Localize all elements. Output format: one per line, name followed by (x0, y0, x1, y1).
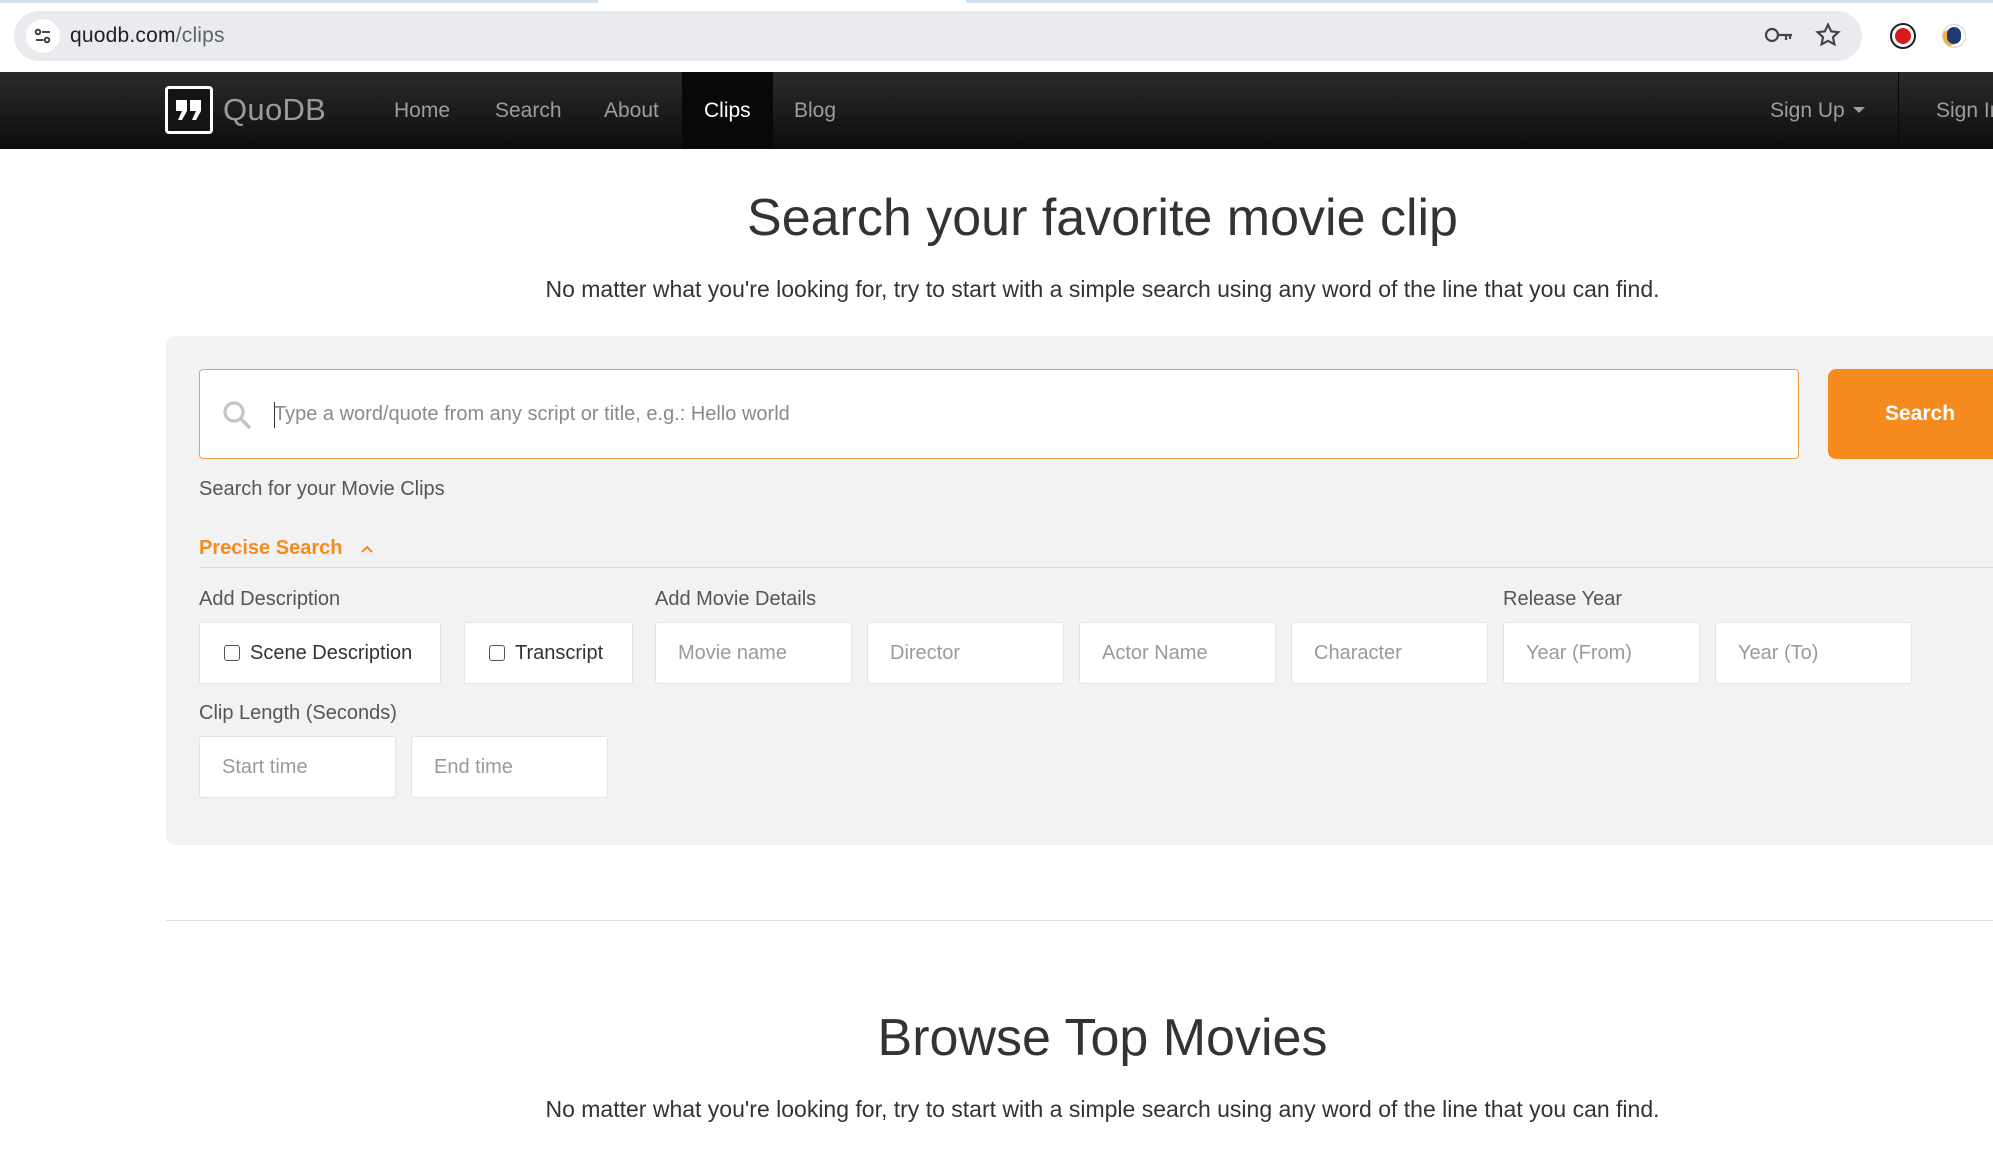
section-divider (166, 920, 1993, 921)
scene-description-label: Scene Description (250, 641, 413, 664)
brand-name: QuoDB (223, 92, 327, 127)
description-label: Add Description (199, 588, 341, 610)
browse-subtitle: No matter what you're looking for, try t… (545, 1096, 1660, 1122)
transcript-checkbox[interactable]: Transcript (464, 622, 633, 684)
checkbox-icon[interactable] (224, 645, 240, 661)
year-to-input[interactable] (1715, 622, 1912, 684)
browser-chrome: quodb.com/clips (0, 0, 1993, 72)
password-key-icon[interactable] (1764, 22, 1794, 48)
search-button[interactable]: Search (1828, 369, 1993, 459)
search-box[interactable] (199, 369, 1799, 459)
url-text[interactable]: quodb.com/clips (70, 24, 225, 48)
movie-name-input[interactable] (655, 622, 852, 684)
url-domain: quodb.com (70, 24, 176, 47)
signin-link[interactable]: Sign In (1916, 72, 1993, 149)
precise-search-label: Precise Search (199, 537, 343, 559)
caret-down-icon (1852, 106, 1865, 113)
start-time-input[interactable] (199, 736, 396, 798)
transcript-label: Transcript (515, 641, 604, 664)
address-bar[interactable]: quodb.com/clips (14, 11, 1862, 61)
signup-label: Sign Up (1770, 99, 1845, 122)
search-icon (223, 401, 251, 429)
browse-title: Browse Top Movies (877, 1009, 1328, 1067)
site-info-icon[interactable] (26, 19, 60, 53)
signup-dropdown[interactable]: Sign Up (1748, 72, 1887, 149)
bookmark-star-icon[interactable] (1815, 22, 1841, 48)
nav-search[interactable]: Search (473, 72, 584, 149)
nav-blog[interactable]: Blog (772, 72, 858, 149)
search-panel: Search Search for your Movie Clips Preci… (166, 336, 1993, 845)
search-hint: Search for your Movie Clips (199, 478, 445, 500)
nav-home[interactable]: Home (372, 72, 472, 149)
page-title: Search your favorite movie clip (747, 189, 1458, 247)
nav-clips[interactable]: Clips (682, 72, 773, 149)
site-navbar: QuoDB Home Search About Clips Blog Sign … (0, 72, 1993, 149)
brand-logo-link[interactable]: QuoDB (165, 86, 326, 134)
checkbox-icon[interactable] (489, 645, 505, 661)
clip-length-label: Clip Length (Seconds) (199, 702, 397, 724)
quote-logo-icon (165, 86, 213, 134)
url-path: /clips (175, 24, 225, 47)
profile-extension-icon[interactable] (1942, 24, 1966, 48)
end-time-input[interactable] (411, 736, 608, 798)
chevron-up-icon (361, 545, 373, 553)
character-input[interactable] (1291, 622, 1488, 684)
search-input[interactable] (274, 370, 1774, 458)
movie-details-label: Add Movie Details (655, 588, 817, 610)
text-cursor (274, 402, 275, 428)
scene-description-checkbox[interactable]: Scene Description (199, 622, 441, 684)
page-subtitle: No matter what you're looking for, try t… (545, 276, 1660, 302)
precise-search-toggle[interactable]: Precise Search (199, 537, 374, 560)
precise-search-divider (199, 567, 1993, 568)
release-year-label: Release Year (1503, 588, 1622, 610)
record-extension-icon[interactable] (1890, 23, 1916, 49)
year-from-input[interactable] (1503, 622, 1700, 684)
actor-name-input[interactable] (1079, 622, 1276, 684)
nav-about[interactable]: About (582, 72, 681, 149)
director-input[interactable] (867, 622, 1064, 684)
loading-bar (0, 0, 1993, 3)
nav-divider (1898, 72, 1899, 149)
